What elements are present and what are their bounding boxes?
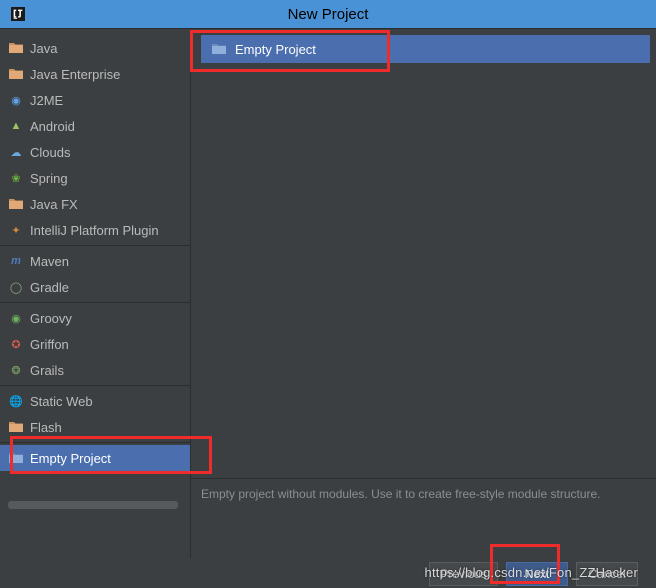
sidebar-item-maven[interactable]: m Maven	[0, 248, 190, 274]
j2me-icon: ◉	[8, 93, 24, 107]
groovy-icon: ◉	[8, 311, 24, 325]
horizontal-scrollbar[interactable]	[8, 501, 178, 509]
folder-icon	[8, 67, 24, 81]
cancel-button[interactable]: Cancel	[576, 562, 638, 586]
sidebar-item-label: Spring	[30, 171, 68, 186]
previous-button[interactable]: Previous	[429, 562, 498, 586]
sidebar-item-label: Gradle	[30, 280, 69, 295]
options-panel: Empty Project Empty project without modu…	[190, 29, 656, 558]
grails-icon: ❂	[8, 363, 24, 377]
sidebar-item-label: Empty Project	[30, 451, 111, 466]
title-bar: New Project	[0, 0, 656, 28]
spring-icon: ❀	[8, 171, 24, 185]
plugin-icon: ✦	[8, 223, 24, 237]
android-icon: ▲	[8, 119, 24, 133]
next-button[interactable]: Next	[506, 562, 568, 586]
sidebar-item-label: Java	[30, 41, 57, 56]
divider	[0, 302, 190, 303]
sidebar-item-label: Groovy	[30, 311, 72, 326]
window-title: New Project	[0, 6, 656, 23]
sidebar-item-groovy[interactable]: ◉ Groovy	[0, 305, 190, 331]
sidebar-item-label: Clouds	[30, 145, 70, 160]
sidebar-item-j2me[interactable]: ◉ J2ME	[0, 87, 190, 113]
option-item-empty-project[interactable]: Empty Project	[201, 35, 650, 63]
footer: Previous Next Cancel	[0, 560, 656, 588]
sidebar-item-label: Android	[30, 119, 75, 134]
option-item-label: Empty Project	[235, 42, 316, 57]
sidebar-item-flash[interactable]: Flash	[0, 414, 190, 440]
folder-icon	[8, 41, 24, 55]
divider	[0, 245, 190, 246]
main-area: Java Java Enterprise ◉ J2ME ▲ Android ☁ …	[0, 28, 656, 558]
sidebar-item-android[interactable]: ▲ Android	[0, 113, 190, 139]
folder-icon	[8, 197, 24, 211]
sidebar-item-clouds[interactable]: ☁ Clouds	[0, 139, 190, 165]
sidebar-item-grails[interactable]: ❂ Grails	[0, 357, 190, 383]
project-type-sidebar: Java Java Enterprise ◉ J2ME ▲ Android ☁ …	[0, 29, 190, 558]
sidebar-item-label: Java Enterprise	[30, 67, 120, 82]
folder-icon	[211, 42, 227, 56]
sidebar-item-java-enterprise[interactable]: Java Enterprise	[0, 61, 190, 87]
sidebar-item-label: Java FX	[30, 197, 78, 212]
sidebar-item-gradle[interactable]: ◯ Gradle	[0, 274, 190, 300]
intellij-icon	[10, 6, 26, 22]
divider	[0, 442, 190, 443]
options-list: Empty Project	[191, 29, 656, 478]
sidebar-item-static-web[interactable]: 🌐 Static Web	[0, 388, 190, 414]
sidebar-item-label: Maven	[30, 254, 69, 269]
sidebar-item-java[interactable]: Java	[0, 35, 190, 61]
folder-icon	[8, 420, 24, 434]
project-description: Empty project without modules. Use it to…	[191, 478, 656, 558]
sidebar-item-empty-project[interactable]: Empty Project	[0, 445, 190, 471]
sidebar-item-label: Griffon	[30, 337, 69, 352]
sidebar-item-intellij-plugin[interactable]: ✦ IntelliJ Platform Plugin	[0, 217, 190, 243]
sidebar-item-griffon[interactable]: ✪ Griffon	[0, 331, 190, 357]
sidebar-item-label: Static Web	[30, 394, 93, 409]
griffon-icon: ✪	[8, 337, 24, 351]
divider	[0, 385, 190, 386]
gradle-icon: ◯	[8, 280, 24, 294]
cloud-icon: ☁	[8, 145, 24, 159]
sidebar-item-label: Grails	[30, 363, 64, 378]
sidebar-item-spring[interactable]: ❀ Spring	[0, 165, 190, 191]
sidebar-item-label: J2ME	[30, 93, 63, 108]
web-icon: 🌐	[8, 394, 24, 408]
folder-icon	[8, 451, 24, 465]
sidebar-item-javafx[interactable]: Java FX	[0, 191, 190, 217]
sidebar-item-label: IntelliJ Platform Plugin	[30, 223, 159, 238]
maven-icon: m	[8, 254, 24, 268]
sidebar-item-label: Flash	[30, 420, 62, 435]
